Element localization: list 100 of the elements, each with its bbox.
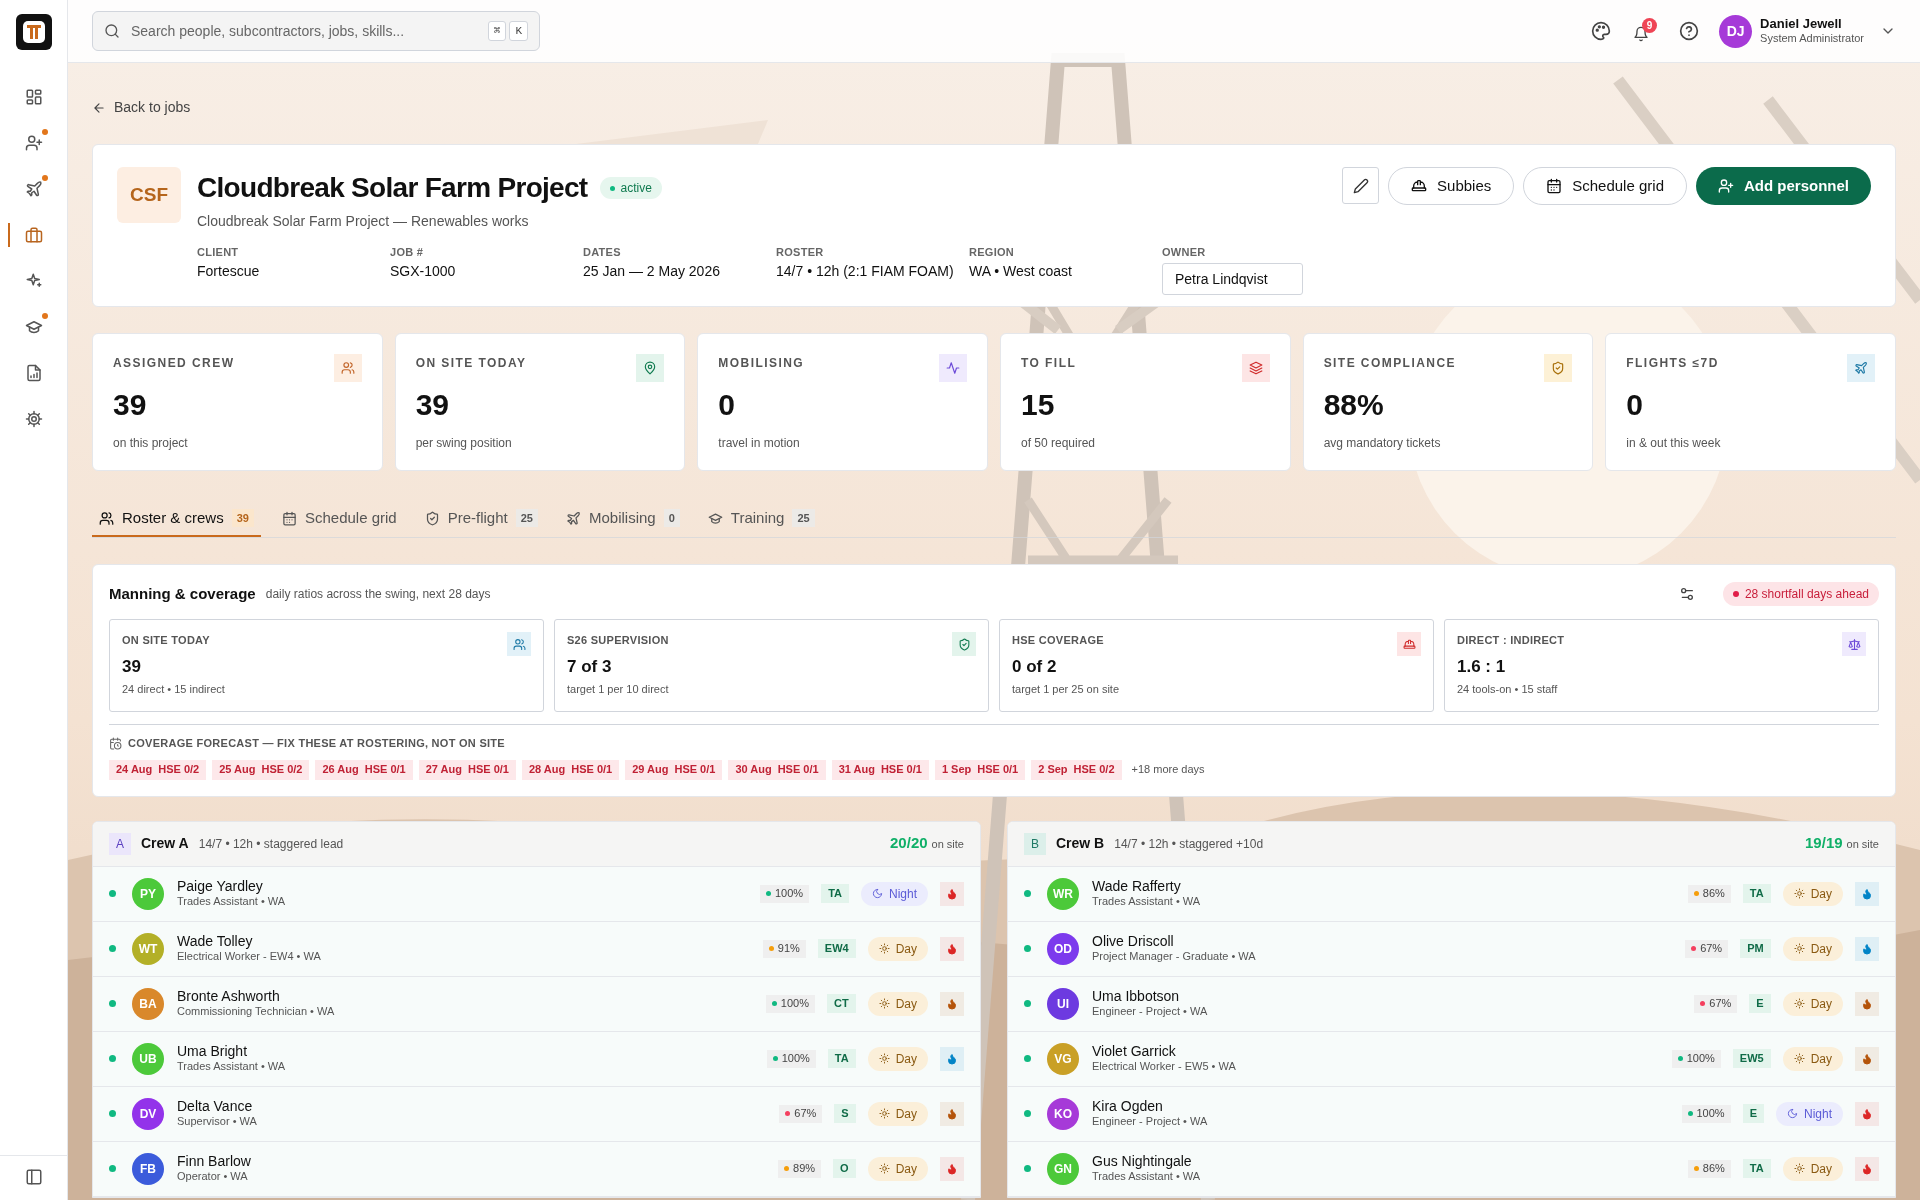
metric-caption: target 1 per 10 direct bbox=[567, 682, 670, 698]
member-name: Violet Garrick bbox=[1092, 1042, 1177, 1061]
sparkles-icon bbox=[24, 272, 43, 290]
metric-value: 7 of 3 bbox=[567, 656, 613, 678]
member-avatar: UI bbox=[1047, 987, 1079, 1020]
stat-label: FLIGHTS ≤7D bbox=[1626, 355, 1719, 372]
forecast-chip: 1 Sep HSE 0/1 bbox=[934, 759, 1026, 780]
crew-member-row[interactable]: UB Uma Bright Trades Assistant • WA 100% TA Day bbox=[93, 1031, 980, 1087]
people-icon bbox=[340, 361, 355, 375]
crew-member-row[interactable]: BA Bronte Ashworth Commissioning Technician • WA 100% CT Day bbox=[93, 976, 980, 1032]
layers-icon bbox=[1248, 361, 1263, 375]
tab[interactable]: Mobilising 0 bbox=[558, 501, 687, 537]
metric-value: 39 bbox=[122, 656, 142, 678]
member-avatar: OD bbox=[1047, 932, 1079, 965]
crew-member-row[interactable]: KO Kira Ogden Engineer - Project • WA 100% E Night bbox=[1008, 1086, 1895, 1142]
tab[interactable]: Training 25 bbox=[700, 501, 822, 537]
stat-caption: on this project bbox=[113, 435, 189, 452]
settings-icon bbox=[24, 410, 43, 428]
user-menu[interactable]: DJ Daniel Jewell System Administrator bbox=[1719, 14, 1896, 48]
owner-field[interactable]: Petra Lindqvist bbox=[1162, 262, 1303, 295]
field-value: WA • West coast bbox=[969, 261, 1073, 281]
metric-label: DIRECT : INDIRECT bbox=[1457, 633, 1565, 648]
compliance-badge: 100% bbox=[1671, 1049, 1721, 1068]
shield-check-icon bbox=[1551, 361, 1566, 375]
member-role: Supervisor • WA bbox=[177, 1115, 257, 1130]
panel-title: Manning & coverage bbox=[109, 583, 256, 604]
stat-value: 0 bbox=[1626, 390, 1644, 420]
pulse-icon bbox=[946, 361, 960, 375]
sun-icon bbox=[878, 1053, 890, 1064]
shield-check-icon bbox=[957, 637, 971, 651]
forecast-chip: 24 Aug HSE 0/2 bbox=[109, 759, 207, 780]
crew-member-row[interactable]: VG Violet Garrick Electrical Worker - EW5 • WA 100% EW5 Day bbox=[1008, 1031, 1895, 1087]
crew-member-row[interactable]: WT Wade Tolley Electrical Worker - EW4 • WA 91% EW4 Day bbox=[93, 921, 980, 977]
shift-badge: Day bbox=[867, 1156, 928, 1181]
help-button[interactable] bbox=[1679, 21, 1700, 41]
add-personnel-button[interactable]: Add personnel bbox=[1696, 167, 1871, 205]
plane-icon bbox=[1854, 361, 1868, 375]
tab[interactable]: Pre-flight 25 bbox=[417, 501, 545, 537]
action-button[interactable]: Subbies bbox=[1388, 167, 1515, 205]
stat-label: TO FILL bbox=[1021, 355, 1077, 372]
member-role: Trades Assistant • WA bbox=[1092, 895, 1201, 910]
shift-badge: Day bbox=[867, 1101, 928, 1126]
stat-caption: per swing position bbox=[415, 435, 513, 452]
stat-value: 0 bbox=[718, 390, 736, 420]
trade-code: TA bbox=[821, 884, 849, 903]
crew-member-row[interactable]: WR Wade Rafferty Trades Assistant • WA 86% TA Day bbox=[1008, 866, 1895, 922]
sun-icon bbox=[1793, 1163, 1805, 1174]
field-label: DATES bbox=[583, 245, 622, 260]
sidebar-toggle[interactable] bbox=[24, 1168, 43, 1186]
sun-icon bbox=[878, 1108, 890, 1119]
member-avatar: KO bbox=[1047, 1097, 1079, 1130]
member-name: Wade Rafferty bbox=[1092, 877, 1182, 896]
hard-hat-icon bbox=[1411, 178, 1428, 194]
crew-member-row[interactable]: FB Finn Barlow Operator • WA 89% O Day bbox=[93, 1141, 980, 1197]
crew-member-row[interactable]: OD Olive Driscoll Project Manager - Graduate • WA 67% PM Day bbox=[1008, 921, 1895, 977]
palette-icon bbox=[1591, 21, 1612, 41]
crew-member-row[interactable]: DV Delta Vance Supervisor • WA 67% S Day bbox=[93, 1086, 980, 1142]
panel-icon bbox=[24, 1168, 43, 1186]
shift-badge: Night bbox=[1776, 1101, 1843, 1126]
sun-icon bbox=[1793, 888, 1805, 899]
app-logo[interactable] bbox=[15, 14, 52, 50]
metric-caption: target 1 per 25 on site bbox=[1012, 682, 1120, 698]
compliance-badge: 100% bbox=[765, 994, 815, 1013]
metric-label: ON SITE TODAY bbox=[122, 633, 210, 648]
user-name: Daniel Jewell bbox=[1760, 16, 1842, 33]
user-role: System Administrator bbox=[1760, 32, 1864, 46]
stat-label: ON SITE TODAY bbox=[415, 355, 527, 372]
trade-code: O bbox=[833, 1159, 856, 1178]
action-button[interactable]: Schedule grid bbox=[1523, 167, 1687, 205]
member-avatar: WR bbox=[1047, 877, 1079, 910]
forecast-chip: 30 Aug HSE 0/1 bbox=[728, 759, 826, 780]
crew-schedule: 14/7 • 12h • staggered lead bbox=[198, 835, 344, 853]
forecast-chip: 31 Aug HSE 0/1 bbox=[831, 759, 929, 780]
shift-badge: Day bbox=[1782, 991, 1843, 1016]
compliance-badge: 67% bbox=[1685, 939, 1729, 958]
member-role: Trades Assistant • WA bbox=[177, 1060, 286, 1075]
member-avatar: WT bbox=[132, 932, 164, 965]
trade-code: E bbox=[1742, 1104, 1764, 1123]
notifications-button[interactable]: 9 bbox=[1631, 16, 1660, 46]
compliance-badge: 91% bbox=[762, 939, 806, 958]
graduation-cap-icon bbox=[707, 510, 723, 526]
member-name: Bronte Ashworth bbox=[177, 987, 281, 1006]
tab[interactable]: Schedule grid bbox=[274, 501, 404, 537]
field-value: 14/7 • 12h (2:1 FIAM FOAM) bbox=[776, 261, 955, 281]
crew-member-row[interactable]: PY Paige Yardley Trades Assistant • WA 100% TA Night bbox=[93, 866, 980, 922]
metric-caption: 24 direct • 15 indirect bbox=[122, 682, 226, 698]
back-link[interactable]: Back to jobs bbox=[92, 97, 191, 118]
member-name: Delta Vance bbox=[177, 1097, 254, 1116]
shift-badge: Day bbox=[867, 1046, 928, 1071]
arrow-left-icon bbox=[92, 100, 106, 115]
crew-member-row[interactable]: GN Gus Nightingale Trades Assistant • WA 86% TA Day bbox=[1008, 1141, 1895, 1197]
edit-button[interactable] bbox=[1342, 167, 1380, 204]
job-subtitle: Cloudbreak Solar Farm Project — Renewables works bbox=[197, 212, 530, 231]
member-avatar: PY bbox=[132, 877, 164, 910]
member-avatar: GN bbox=[1047, 1152, 1079, 1185]
forecast-chip: 26 Aug HSE 0/1 bbox=[315, 759, 413, 780]
tab[interactable]: Roster & crews 39 bbox=[92, 501, 261, 537]
filter-button[interactable] bbox=[1678, 586, 1695, 602]
crew-member-row[interactable]: UI Uma Ibbotson Engineer - Project • WA 67% E Day bbox=[1008, 976, 1895, 1032]
theme-button[interactable] bbox=[1591, 21, 1612, 41]
